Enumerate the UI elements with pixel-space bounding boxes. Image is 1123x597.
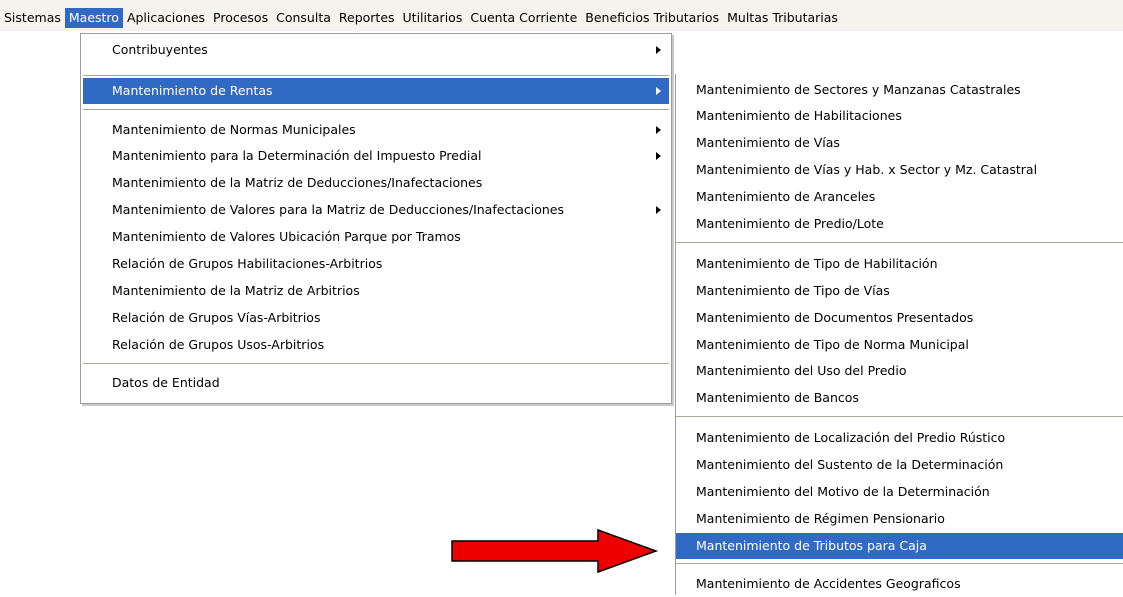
submenu-item-aranceles[interactable]: Mantenimiento de Aranceles (676, 184, 1123, 210)
submenu-item-tipo-norma-municipal[interactable]: Mantenimiento de Tipo de Norma Municipal (676, 332, 1123, 358)
menu-separator (83, 75, 669, 76)
red-arrow-icon (451, 528, 659, 574)
menu-item-label: Relación de Grupos Habilitaciones-Arbitr… (112, 256, 383, 271)
menu-item-label: Relación de Grupos Usos-Arbitrios (112, 337, 325, 352)
menu-aplicaciones[interactable]: Aplicaciones (123, 8, 209, 28)
menu-item-label: Mantenimiento de Valores para la Matriz … (112, 202, 564, 217)
menu-item-datos-entidad[interactable]: Datos de Entidad (83, 370, 669, 396)
menu-item-grupos-habilitaciones-arbitrios[interactable]: Relación de Grupos Habilitaciones-Arbitr… (83, 251, 669, 277)
menu-maestro[interactable]: Maestro (64, 8, 123, 28)
menu-sistemas[interactable]: Sistemas (0, 8, 65, 28)
menu-item-label: Mantenimiento de la Matriz de Arbitrios (112, 283, 360, 298)
menu-item-label: Mantenimiento de Normas Municipales (112, 122, 356, 137)
menu-item-label: Mantenimiento de Rentas (112, 83, 273, 98)
menu-item-valores-matriz-deducciones[interactable]: Mantenimiento de Valores para la Matriz … (83, 197, 669, 223)
menu-item-label: Mantenimiento de la Matriz de Deduccione… (112, 175, 483, 190)
submenu-item-accidentes-geograficos[interactable]: Mantenimiento de Accidentes Geograficos (676, 571, 1123, 597)
arrow-shape (451, 528, 659, 574)
menu-item-contribuyentes[interactable]: Contribuyentes (83, 37, 669, 63)
menu-item-label: Contribuyentes (112, 42, 208, 57)
menu-item-mantenimiento-rentas[interactable]: Mantenimiento de Rentas (83, 78, 669, 104)
menu-separator (676, 563, 1123, 564)
submenu-item-sectores-manzanas[interactable]: Mantenimiento de Sectores y Manzanas Cat… (676, 77, 1123, 103)
submenu-item-documentos-presentados[interactable]: Mantenimiento de Documentos Presentados (676, 305, 1123, 331)
submenu-item-regimen-pensionario[interactable]: Mantenimiento de Régimen Pensionario (676, 506, 1123, 532)
menu-item-label: Relación de Grupos Vías-Arbitrios (112, 310, 321, 325)
rentas-submenu: Mantenimiento de Sectores y Manzanas Cat… (675, 74, 1123, 595)
menu-utilitarios[interactable]: Utilitarios (399, 8, 467, 28)
submenu-item-motivo-determinacion[interactable]: Mantenimiento del Motivo de la Determina… (676, 479, 1123, 505)
menu-item-valores-ubicacion-parque[interactable]: Mantenimiento de Valores Ubicación Parqu… (83, 224, 669, 250)
submenu-item-vias[interactable]: Mantenimiento de Vías (676, 130, 1123, 156)
menu-item-label: Mantenimiento de Valores Ubicación Parqu… (112, 229, 461, 244)
menu-separator (83, 363, 669, 364)
submenu-item-tributos-caja[interactable]: Mantenimiento de Tributos para Caja (676, 533, 1123, 559)
menu-bar: Sistemas Maestro Aplicaciones Procesos C… (0, 0, 1123, 31)
menu-procesos[interactable]: Procesos (209, 8, 272, 28)
submenu-item-tipo-vias[interactable]: Mantenimiento de Tipo de Vías (676, 278, 1123, 304)
menu-cuenta-corriente[interactable]: Cuenta Corriente (466, 8, 581, 28)
menu-item-label: Datos de Entidad (112, 375, 220, 390)
menu-item-normas-municipales[interactable]: Mantenimiento de Normas Municipales (83, 117, 669, 143)
submenu-item-localizacion-predio-rustico[interactable]: Mantenimiento de Localización del Predio… (676, 425, 1123, 451)
submenu-item-predio-lote[interactable]: Mantenimiento de Predio/Lote (676, 211, 1123, 237)
menu-separator (83, 109, 669, 110)
menu-consulta[interactable]: Consulta (272, 8, 335, 28)
submenu-arrow-icon (656, 46, 661, 54)
menu-separator (676, 242, 1123, 243)
submenu-item-uso-predio[interactable]: Mantenimiento del Uso del Predio (676, 358, 1123, 384)
menu-item-matriz-deducciones[interactable]: Mantenimiento de la Matriz de Deduccione… (83, 170, 669, 196)
menu-beneficios-tributarios[interactable]: Beneficios Tributarios (581, 8, 723, 28)
menu-reportes[interactable]: Reportes (335, 8, 399, 28)
submenu-item-bancos[interactable]: Mantenimiento de Bancos (676, 385, 1123, 411)
submenu-arrow-icon (656, 126, 661, 134)
maestro-dropdown: Contribuyentes Mantenimiento de Rentas M… (80, 33, 672, 404)
submenu-arrow-icon (656, 206, 661, 214)
menu-multas-tributarias[interactable]: Multas Tributarias (723, 8, 842, 28)
submenu-item-habilitaciones[interactable]: Mantenimiento de Habilitaciones (676, 103, 1123, 129)
submenu-item-tipo-habilitacion[interactable]: Mantenimiento de Tipo de Habilitación (676, 251, 1123, 277)
menu-item-grupos-usos-arbitrios[interactable]: Relación de Grupos Usos-Arbitrios (83, 332, 669, 358)
menu-separator (676, 416, 1123, 417)
menu-item-label: Mantenimiento para la Determinación del … (112, 148, 482, 163)
submenu-item-vias-hab-sector[interactable]: Mantenimiento de Vías y Hab. x Sector y … (676, 157, 1123, 183)
menu-item-determinacion-impuesto-predial[interactable]: Mantenimiento para la Determinación del … (83, 143, 669, 169)
submenu-arrow-icon (656, 152, 661, 160)
menu-item-matriz-arbitrios[interactable]: Mantenimiento de la Matriz de Arbitrios (83, 278, 669, 304)
submenu-arrow-icon (656, 87, 661, 95)
menu-item-grupos-vias-arbitrios[interactable]: Relación de Grupos Vías-Arbitrios (83, 305, 669, 331)
submenu-item-sustento-determinacion[interactable]: Mantenimiento del Sustento de la Determi… (676, 452, 1123, 478)
